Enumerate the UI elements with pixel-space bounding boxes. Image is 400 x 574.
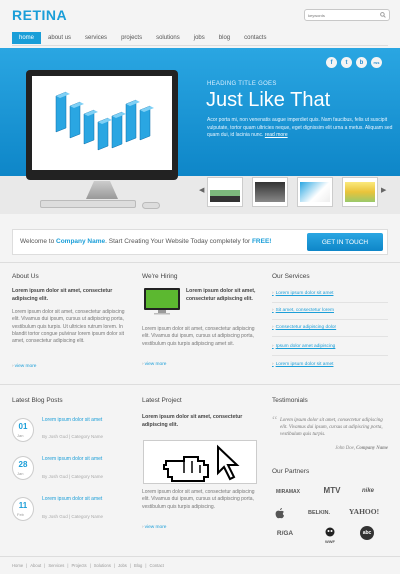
service-item-2[interactable]: › Sit amet, consectetur lorem <box>272 308 334 313</box>
hero-read-more-link[interactable]: read more <box>265 132 288 138</box>
partner-nike-logo[interactable]: nike <box>354 488 382 494</box>
chart-graphic-icon <box>55 91 154 151</box>
footer-link-contact[interactable]: Contact <box>149 563 163 568</box>
hiring-view-more-link[interactable]: ›view more <box>142 362 166 367</box>
service-item-4[interactable]: › Ipsum dolor amet adipiscing <box>272 344 335 349</box>
footer-link-blog[interactable]: Blog <box>134 563 142 568</box>
blog-post-meta-2: By Josh Gud | Category Name <box>42 474 103 479</box>
partner-abc-logo[interactable]: abc <box>360 526 374 540</box>
hero-title: Just Like That <box>206 89 331 111</box>
hiring-text: Lorem ipsum dolor sit amet, consectetur … <box>142 326 255 347</box>
service-item-1[interactable]: › Lorem ipsum dolor sit amet <box>272 291 333 296</box>
slider-thumb-4[interactable] <box>342 177 378 207</box>
services-heading: Our Services <box>272 273 310 280</box>
about-view-more-link[interactable]: ›view more <box>12 364 36 369</box>
mouse-image <box>142 202 160 209</box>
search-input[interactable] <box>304 9 390 21</box>
partner-belkin-logo[interactable]: BELKIN. <box>302 510 336 516</box>
testimonials-heading: Testimonials <box>272 397 308 404</box>
blog-post-title-3[interactable]: Lorem ipsum dolor sit amet <box>42 496 126 503</box>
monitor-screen <box>32 76 172 170</box>
footer-link-services[interactable]: Services <box>48 563 64 568</box>
hero-kicker: HEADING TITLE GOES <box>207 81 277 87</box>
blog-heading: Latest Blog Posts <box>12 397 63 404</box>
blog-post-title-1[interactable]: Lorem ipsum dolor sit amet <box>42 417 126 424</box>
partner-yahoo-logo[interactable]: YAHOO! <box>344 507 384 516</box>
nav-about-us[interactable]: about us <box>41 32 78 44</box>
partner-rga-logo[interactable]: R/GA <box>272 530 298 537</box>
partner-miramax-logo[interactable]: MIRAMAX <box>272 489 304 495</box>
slider-thumb-1[interactable] <box>207 177 243 207</box>
testimonial-author: John Doe, Company Name <box>335 446 388 451</box>
footer-link-home[interactable]: Home <box>12 563 23 568</box>
testimonial-quote: Lorem ipsum dolor sit amet, consectetur … <box>280 418 383 437</box>
section-divider <box>0 384 400 385</box>
footer-link-about[interactable]: About <box>30 563 41 568</box>
nav-projects[interactable]: projects <box>114 32 149 44</box>
facebook-icon[interactable]: f <box>326 57 337 68</box>
nav-jobs[interactable]: jobs <box>187 32 212 44</box>
service-item-5[interactable]: › Lorem ipsum dolor sit amet <box>272 362 333 367</box>
partner-wwf-logo[interactable]: WWF <box>322 527 338 544</box>
section-divider <box>0 262 400 263</box>
project-text: Lorem ipsum dolor sit amet, consectetur … <box>142 489 255 510</box>
cursor-hand-icon <box>163 444 240 482</box>
slider-prev-icon[interactable]: ◀ <box>199 186 204 194</box>
blog-icon[interactable]: b <box>356 57 367 68</box>
slider-next-icon[interactable]: ▶ <box>381 186 386 194</box>
blog-post-meta-1: By Josh Gud | Category Name <box>42 434 103 439</box>
service-divider <box>272 319 388 320</box>
hiring-bold-text: Lorem ipsum dolor sit amet, consectetur … <box>186 288 256 302</box>
nav-home[interactable]: home <box>12 32 42 44</box>
service-divider <box>272 355 388 356</box>
post-date-badge: 28 Jan <box>12 456 34 480</box>
footer-nav: Home | About | Services | Projects | Solutio… <box>12 563 164 568</box>
footer-link-solutions[interactable]: Solutions <box>94 563 111 568</box>
hiring-heading: We're Hiring <box>142 273 178 280</box>
footer-link-jobs[interactable]: Jobs <box>118 563 127 568</box>
hero-text: Acor porta mi, non venenatis augue imper… <box>207 117 393 138</box>
about-text: Lorem ipsum dolor sit amet, consectetur … <box>12 309 125 345</box>
nav-blog[interactable]: blog <box>212 32 237 44</box>
partners-heading: Our Partners <box>272 468 310 475</box>
about-heading: About Us <box>12 273 39 280</box>
slider-thumb-2[interactable] <box>252 177 288 207</box>
rss-icon[interactable]: rss <box>371 57 382 68</box>
service-divider <box>272 302 388 303</box>
project-bold-text: Lorem ipsum dolor sit amet, consectetur … <box>142 414 243 428</box>
partner-mtv-logo[interactable]: MTV <box>320 486 344 495</box>
keyboard-image <box>40 200 136 208</box>
nav-solutions[interactable]: solutions <box>149 32 187 44</box>
quote-icon: “ <box>272 413 278 427</box>
footer-divider <box>0 556 400 557</box>
blog-post-title-2[interactable]: Lorem ipsum dolor sit amet <box>42 456 126 463</box>
service-divider <box>272 336 388 337</box>
project-view-more-link[interactable]: ›view more <box>142 525 166 530</box>
post-date-badge: 01 Jan <box>12 418 34 442</box>
project-heading: Latest Project <box>142 397 182 404</box>
twitter-icon[interactable]: t <box>341 57 352 68</box>
hiring-monitor-icon <box>143 287 181 315</box>
nav-services[interactable]: services <box>78 32 114 44</box>
get-in-touch-button[interactable]: GET IN TOUCH <box>307 233 383 251</box>
welcome-text: Welcome to Company Name. Start Creating … <box>20 238 272 245</box>
slider-thumb-3[interactable] <box>297 177 333 207</box>
main-nav: home about us services projects solution… <box>12 32 273 44</box>
post-date-badge: 11 Feb <box>12 497 34 521</box>
footer-link-projects[interactable]: Projects <box>71 563 86 568</box>
blog-post-meta-3: By Josh Gud | Category Name <box>42 514 103 519</box>
service-item-3[interactable]: › Consectetur adipiscing dolor <box>272 325 336 330</box>
hero-thumb-strip <box>0 176 400 214</box>
partner-apple-logo[interactable]: apple <box>274 506 286 519</box>
nav-divider <box>12 45 388 46</box>
logo[interactable]: RETINA <box>12 7 67 23</box>
about-bold-text: Lorem ipsum dolor sit amet, consectetur … <box>12 288 113 302</box>
nav-contacts[interactable]: contacts <box>237 32 273 44</box>
project-image[interactable] <box>143 440 257 484</box>
search-icon[interactable] <box>380 12 386 18</box>
